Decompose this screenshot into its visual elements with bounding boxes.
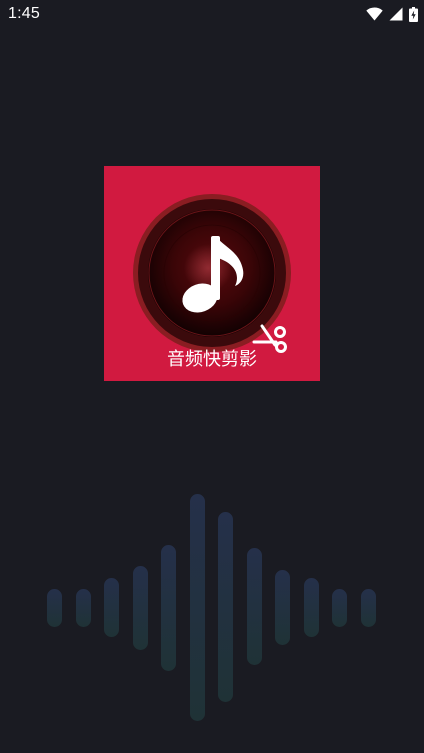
battery-charging-icon [409,6,418,22]
waveform-bar [218,512,233,702]
waveform-bar [76,589,91,627]
cellular-signal-icon [389,7,403,21]
waveform-bar [304,578,319,637]
status-bar: 1:45 [0,0,424,30]
waveform-bar [104,578,119,637]
app-logo: 音频快剪影 [104,166,320,381]
waveform-bar [361,589,376,627]
waveform-bar [247,548,262,665]
waveform-bar [332,589,347,627]
waveform-bar [161,545,176,671]
waveform-bar [190,494,205,721]
app-name: 音频快剪影 [167,349,257,370]
wifi-icon [366,7,383,21]
audio-waveform [0,480,424,740]
status-icons [366,6,418,22]
waveform-bar [133,566,148,650]
waveform-bar [275,570,290,645]
waveform-bar [47,589,62,627]
status-time: 1:45 [8,5,40,22]
